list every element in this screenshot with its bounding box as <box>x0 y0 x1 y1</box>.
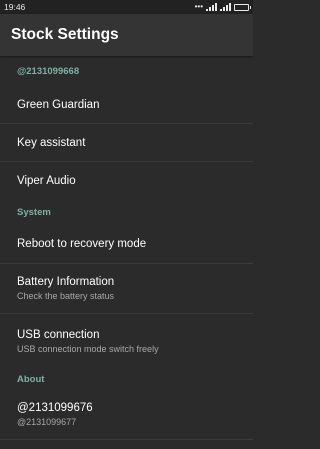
battery-icon <box>234 3 251 11</box>
setting-title: Green Guardian <box>17 98 100 111</box>
settings-list: @2131099668 Green Guardian Key assistant… <box>0 56 253 440</box>
setting-battery-information[interactable]: Battery Information Check the battery st… <box>0 264 253 314</box>
setting-viper-audio[interactable]: Viper Audio <box>0 162 253 200</box>
page-title: Stock Settings <box>11 26 119 43</box>
setting-title: @2131099676 <box>17 402 93 414</box>
screen: 19:46 ••• Stock Settings @2131099668 Gre… <box>0 0 253 449</box>
setting-title: Key assistant <box>17 136 86 149</box>
status-time: 19:46 <box>4 2 26 12</box>
section-header-about: About <box>17 373 45 385</box>
more-dots-icon: ••• <box>194 2 203 11</box>
setting-reboot-recovery[interactable]: Reboot to recovery mode <box>0 224 253 264</box>
signal-icon <box>220 3 231 11</box>
setting-subtitle: @2131099677 <box>17 417 77 427</box>
setting-key-assistant[interactable]: Key assistant <box>0 124 253 162</box>
setting-subtitle: Check the battery status <box>17 291 115 301</box>
app-bar: Stock Settings <box>0 14 253 56</box>
setting-title: USB connection <box>17 328 100 341</box>
setting-title: Reboot to recovery mode <box>17 237 147 250</box>
setting-title: Battery Information <box>17 276 115 288</box>
section-header-system: System <box>17 206 51 218</box>
setting-usb-connection[interactable]: USB connection USB connection mode switc… <box>0 314 253 368</box>
signal-icon <box>206 3 217 11</box>
setting-green-guardian[interactable]: Green Guardian <box>0 86 253 124</box>
section-header-top: @2131099668 <box>17 65 80 77</box>
status-bar: 19:46 ••• <box>0 0 253 14</box>
setting-title: Viper Audio <box>17 175 76 187</box>
status-icons: ••• <box>194 2 251 11</box>
setting-about-info[interactable]: @2131099676 @2131099677 <box>0 390 253 440</box>
setting-subtitle: USB connection mode switch freely <box>17 343 159 354</box>
